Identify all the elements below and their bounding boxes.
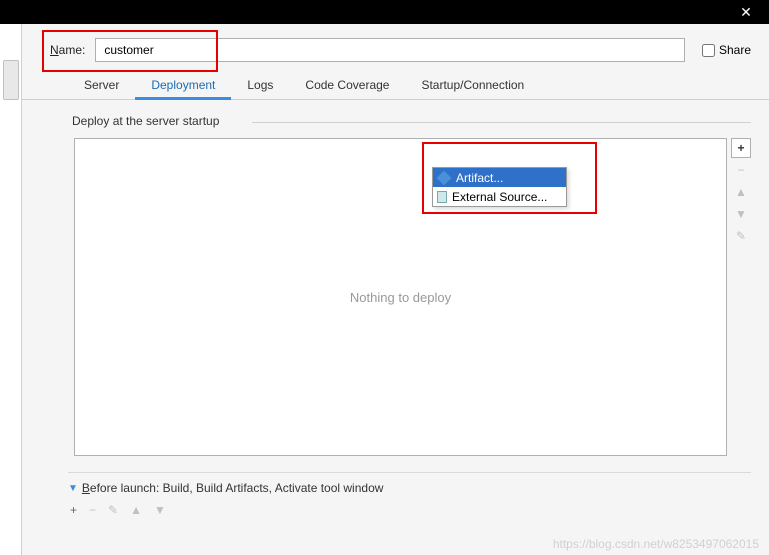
left-collapsed-tab[interactable] [3,60,19,100]
name-label: Name: [50,43,85,57]
menu-item-label: External Source... [452,190,547,204]
add-popup-menu: Artifact... External Source... [432,167,567,207]
share-checkbox-group[interactable]: Share [702,43,751,57]
external-source-icon [437,191,447,203]
share-checkbox[interactable] [702,44,715,57]
bl-add-button[interactable]: + [70,503,77,517]
deploy-section-label: Deploy at the server startup [22,110,769,134]
empty-text: Nothing to deploy [350,290,451,305]
bl-edit-button: ✎ [108,503,118,517]
main-content: Name: Share Server Deployment Logs Code … [22,24,769,555]
bl-remove-button: − [89,503,96,517]
before-launch-section: ▼ Before launch: Build, Build Artifacts,… [68,472,751,525]
menu-item-external-source[interactable]: External Source... [433,187,566,206]
deploy-side-buttons: + − ▲ ▼ ✎ [727,138,751,456]
remove-button: − [731,160,751,180]
artifact-icon [437,170,452,185]
bl-down-button: ▼ [154,503,166,517]
deploy-area: Nothing to deploy + − ▲ ▼ ✎ [74,138,751,456]
bl-up-button: ▲ [130,503,142,517]
name-input[interactable] [95,38,685,62]
close-icon[interactable]: ✕ [731,4,761,21]
menu-item-label: Artifact... [456,171,503,185]
before-launch-header[interactable]: ▼ Before launch: Build, Build Artifacts,… [68,481,751,495]
add-button[interactable]: + [731,138,751,158]
tab-deployment[interactable]: Deployment [135,72,231,100]
before-launch-toolbar: + − ✎ ▲ ▼ [68,495,751,525]
tab-server[interactable]: Server [68,72,135,99]
left-gutter [0,24,22,555]
tab-startup-connection[interactable]: Startup/Connection [405,72,540,99]
up-button: ▲ [731,182,751,202]
tabs: Server Deployment Logs Code Coverage Sta… [22,72,769,100]
deploy-list[interactable]: Nothing to deploy [74,138,727,456]
expand-icon: ▼ [68,483,78,494]
edit-button: ✎ [731,226,751,246]
name-row: Name: Share [22,24,769,72]
tab-logs[interactable]: Logs [231,72,289,99]
tab-code-coverage[interactable]: Code Coverage [289,72,405,99]
share-label: Share [719,43,751,57]
down-button: ▼ [731,204,751,224]
menu-item-artifact[interactable]: Artifact... [433,168,566,187]
titlebar: ✕ [0,0,769,24]
